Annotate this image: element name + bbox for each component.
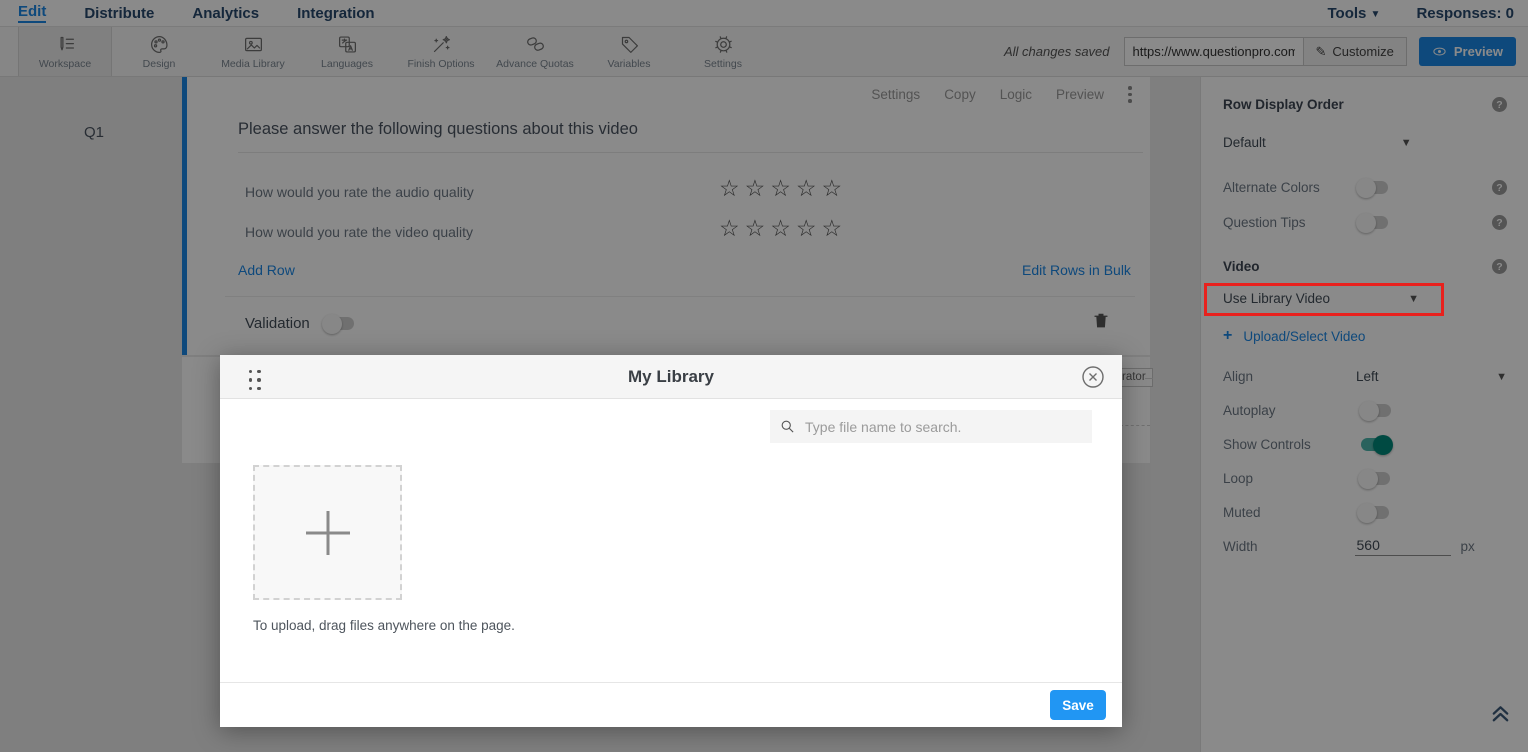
close-icon[interactable]: [1081, 365, 1105, 389]
modal-header: My Library: [220, 355, 1122, 399]
search-input[interactable]: [803, 418, 1082, 436]
questionpro-edit-screen: Edit Distribute Analytics Integration To…: [0, 0, 1528, 752]
upload-hint-text: To upload, drag files anywhere on the pa…: [253, 618, 515, 633]
save-button[interactable]: Save: [1050, 690, 1106, 720]
upload-file-tile[interactable]: [253, 465, 402, 600]
my-library-modal: My Library To upload, drag files anywher…: [220, 355, 1122, 727]
search-icon: [780, 419, 795, 434]
modal-footer: Save: [220, 682, 1122, 727]
library-search: [770, 410, 1092, 443]
drag-handle-icon[interactable]: [246, 367, 263, 393]
modal-title: My Library: [220, 367, 1122, 387]
plus-icon: [298, 503, 358, 563]
